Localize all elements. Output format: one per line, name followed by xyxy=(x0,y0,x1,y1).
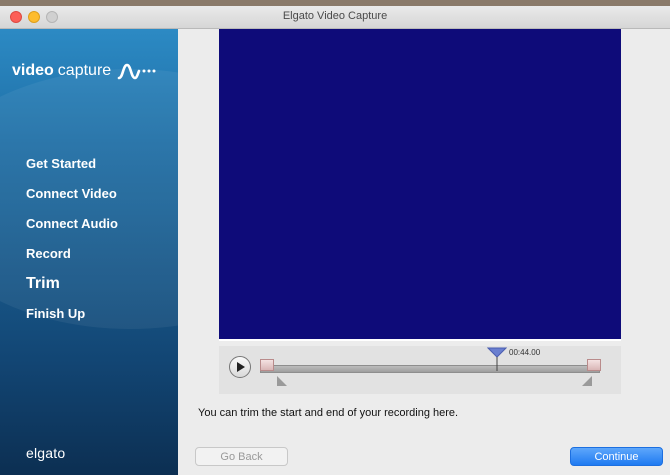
continue-button[interactable]: Continue xyxy=(570,447,663,466)
waveform-icon xyxy=(117,63,156,80)
sidebar-item-record[interactable]: Record xyxy=(26,245,118,275)
sidebar: video capture Get Started Connect Video … xyxy=(0,29,178,475)
window-title: Elgato Video Capture xyxy=(282,10,388,22)
brand-bold-text: video xyxy=(12,62,54,79)
sidebar-item-connect-audio[interactable]: Connect Audio xyxy=(26,215,118,245)
go-back-button[interactable]: Go Back xyxy=(195,447,288,466)
trim-end-marker-icon xyxy=(582,376,592,386)
app-window: Elgato Video Capture video capture Get S… xyxy=(0,6,670,475)
app-brand: video capture xyxy=(12,61,157,81)
trim-hint-text: You can trim the start and end of your r… xyxy=(198,407,459,419)
sidebar-item-get-started[interactable]: Get Started xyxy=(26,155,118,185)
sidebar-item-connect-video[interactable]: Connect Video xyxy=(26,185,118,215)
sidebar-item-finish-up[interactable]: Finish Up xyxy=(26,305,118,335)
elgato-logo: elgato xyxy=(26,445,66,461)
trim-start-handle[interactable] xyxy=(260,359,274,371)
trim-start-marker-icon xyxy=(277,376,287,386)
title-bar[interactable]: Elgato Video Capture xyxy=(0,6,670,29)
sidebar-item-trim[interactable]: Trim xyxy=(26,275,118,305)
video-preview xyxy=(219,29,621,339)
playhead-marker[interactable] xyxy=(487,347,507,371)
timeline-track[interactable] xyxy=(260,365,600,373)
play-button[interactable] xyxy=(229,356,251,378)
brand-light-text: capture xyxy=(57,62,112,79)
play-icon xyxy=(237,362,245,372)
main-content: 00:44.00 You can trim the start and end … xyxy=(178,29,670,475)
trim-end-handle[interactable] xyxy=(587,359,601,371)
playhead-time: 00:44.00 xyxy=(509,348,541,357)
steps-nav: Get Started Connect Video Connect Audio … xyxy=(26,155,118,335)
trim-timeline: 00:44.00 xyxy=(219,346,621,394)
